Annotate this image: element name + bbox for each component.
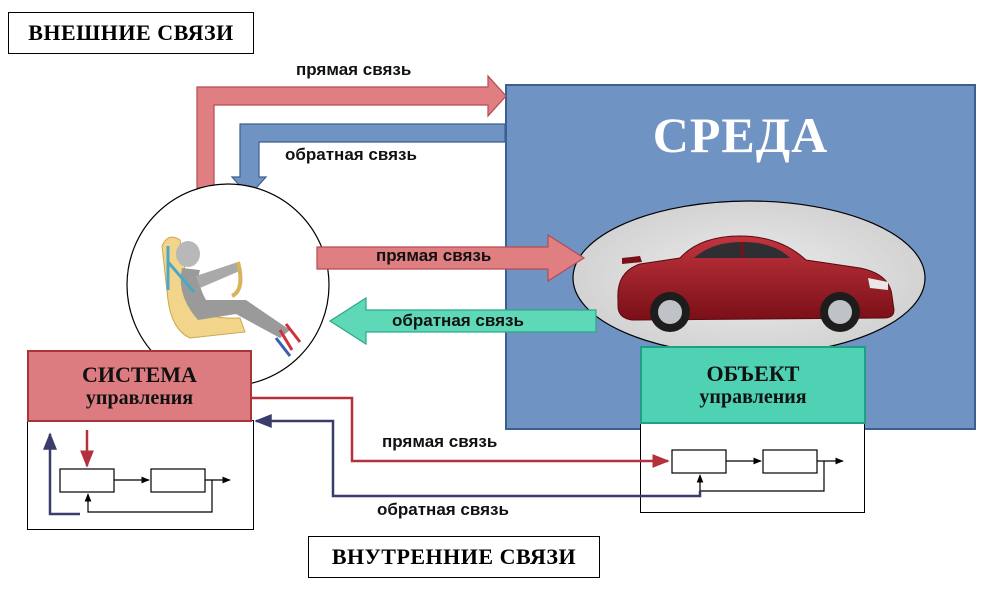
bottom-forward-label: прямая связь	[382, 432, 498, 451]
internal-links-label: ВНУТРЕННИЕ СВЯЗИ	[308, 536, 600, 578]
system-title: СИСТЕМА	[82, 361, 197, 387]
top-feedback-label: обратная связь	[285, 145, 417, 164]
bottom-feedback-label: обратная связь	[377, 500, 509, 519]
system-block: СИСТЕМА управления	[27, 350, 252, 422]
mid-forward-label: прямая связь	[376, 246, 492, 265]
mid-feedback-label: обратная связь	[392, 311, 524, 330]
internal-links-text: ВНУТРЕННИЕ СВЯЗИ	[331, 544, 577, 569]
system-subtitle: управления	[85, 387, 194, 410]
object-title: ОБЪЕКТ	[706, 360, 800, 386]
top-forward-label: прямая связь	[296, 60, 412, 79]
object-block: ОБЪЕКТ управления	[640, 346, 866, 424]
object-subtitle: управления	[699, 386, 807, 409]
